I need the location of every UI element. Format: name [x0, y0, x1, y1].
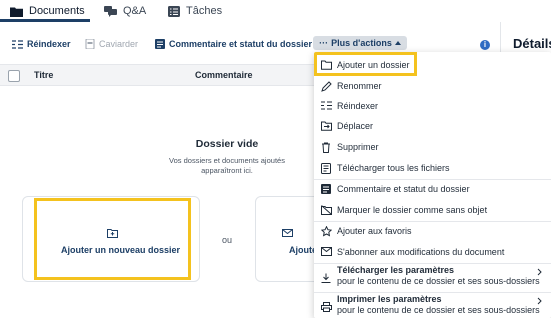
pencil-icon [321, 81, 332, 92]
menu-item-reindex[interactable]: Réindexer [314, 96, 551, 116]
tab-taches[interactable]: Tâches [168, 2, 222, 20]
comment-status-label: Commentaire et statut du dossier [169, 39, 313, 49]
download-settings-subtitle: pour le contenu de ce dossier et ses sou… [337, 276, 540, 286]
menu-item-mark-not-applicable[interactable]: Marquer le dossier comme sans objet [314, 200, 551, 220]
empty-title: Dossier vide [195, 138, 259, 150]
move-folder-icon [321, 121, 332, 132]
download-files-icon [321, 163, 332, 174]
menu-item-label: Renommer [337, 81, 382, 91]
folder-icon [10, 6, 23, 17]
menu-item-label: Ajouter aux favoris [337, 226, 412, 236]
menu-separator [314, 292, 551, 293]
more-actions-menu: Ajouter un dossier Renommer Réindexer Dé… [314, 52, 551, 318]
tasks-icon [168, 5, 180, 17]
menu-item-label: Réindexer [337, 101, 379, 111]
menu-item-rename[interactable]: Renommer [314, 76, 551, 96]
menu-item-comment-status[interactable]: Commentaire et statut du dossier [314, 179, 551, 199]
menu-item-download-all[interactable]: Télécharger tous les fichiers [314, 158, 551, 178]
column-title-header[interactable]: Titre [34, 70, 53, 80]
menu-item-label: Déplacer [337, 121, 374, 131]
chevron-right-icon [537, 297, 542, 305]
toolbar: Réindexer Caviarder Commentaire et statu… [0, 34, 500, 54]
menu-item-label: Supprimer [337, 142, 379, 152]
highlight-box [34, 198, 191, 280]
trash-icon [321, 142, 332, 153]
redact-icon [85, 39, 95, 49]
reindex-label: Réindexer [27, 39, 71, 49]
menu-item-move[interactable]: Déplacer [314, 116, 551, 136]
tab-documents[interactable]: Documents [10, 2, 85, 20]
or-separator: ou [222, 235, 233, 245]
column-comment-header[interactable]: Commentaire [195, 70, 253, 80]
comment-status-icon [321, 184, 332, 195]
menu-item-label: Commentaire et statut du dossier [337, 184, 470, 194]
chat-icon [104, 5, 117, 17]
add-document-label: Ajoute [289, 245, 317, 255]
menu-item-add-favorites[interactable]: Ajouter aux favoris [314, 221, 551, 241]
select-all-checkbox[interactable] [8, 70, 20, 82]
menu-separator [314, 263, 551, 264]
download-settings-title: Télécharger les paramètres [337, 265, 455, 275]
print-icon [321, 302, 332, 313]
menu-item-print-settings[interactable]: Imprimer les paramètres pour le contenu … [314, 294, 551, 318]
reindex-icon [321, 101, 332, 112]
chevron-right-icon [537, 268, 542, 276]
empty-subtitle: Vos dossiers et documents ajoutés appara… [169, 156, 285, 175]
download-icon [321, 273, 332, 284]
tab-label: Documents [29, 5, 85, 17]
reindex-icon [12, 39, 23, 49]
redact-button[interactable]: Caviarder [85, 34, 138, 54]
tab-label: Tâches [186, 5, 223, 17]
menu-item-download-settings[interactable]: Télécharger les paramètres pour le conte… [314, 265, 551, 291]
redact-label: Caviarder [99, 39, 139, 49]
print-settings-title: Imprimer les paramètres [337, 294, 442, 304]
mail-icon [282, 229, 293, 237]
caret-up-icon [394, 41, 401, 45]
details-title: Détails [513, 36, 551, 51]
menu-item-subscribe[interactable]: S'abonner aux modifications du document [314, 242, 551, 262]
menu-item-delete[interactable]: Supprimer [314, 137, 551, 157]
more-actions-button[interactable]: ··· Plus d'actions [313, 36, 407, 50]
tab-label: Q&A [123, 5, 147, 17]
mail-icon [321, 247, 332, 258]
reindex-button[interactable]: Réindexer [12, 34, 71, 54]
tab-bar: Documents Q&A Tâches [0, 0, 500, 22]
menu-item-label: S'abonner aux modifications du document [337, 247, 505, 257]
highlight-box [314, 52, 417, 76]
tab-qa[interactable]: Q&A [104, 2, 146, 20]
hide-icon [321, 205, 332, 216]
print-settings-subtitle: pour le contenu de ce dossier et ses sou… [337, 305, 540, 315]
ellipsis-icon: ··· [319, 38, 329, 48]
menu-item-label: Télécharger tous les fichiers [337, 163, 450, 173]
menu-item-label: Marquer le dossier comme sans objet [337, 205, 488, 215]
comment-status-button[interactable]: Commentaire et statut du dossier [155, 34, 312, 54]
active-tab-indicator [0, 19, 90, 22]
more-actions-label: Plus d'actions [331, 38, 392, 48]
star-icon [321, 226, 332, 237]
comment-status-icon [155, 39, 165, 49]
